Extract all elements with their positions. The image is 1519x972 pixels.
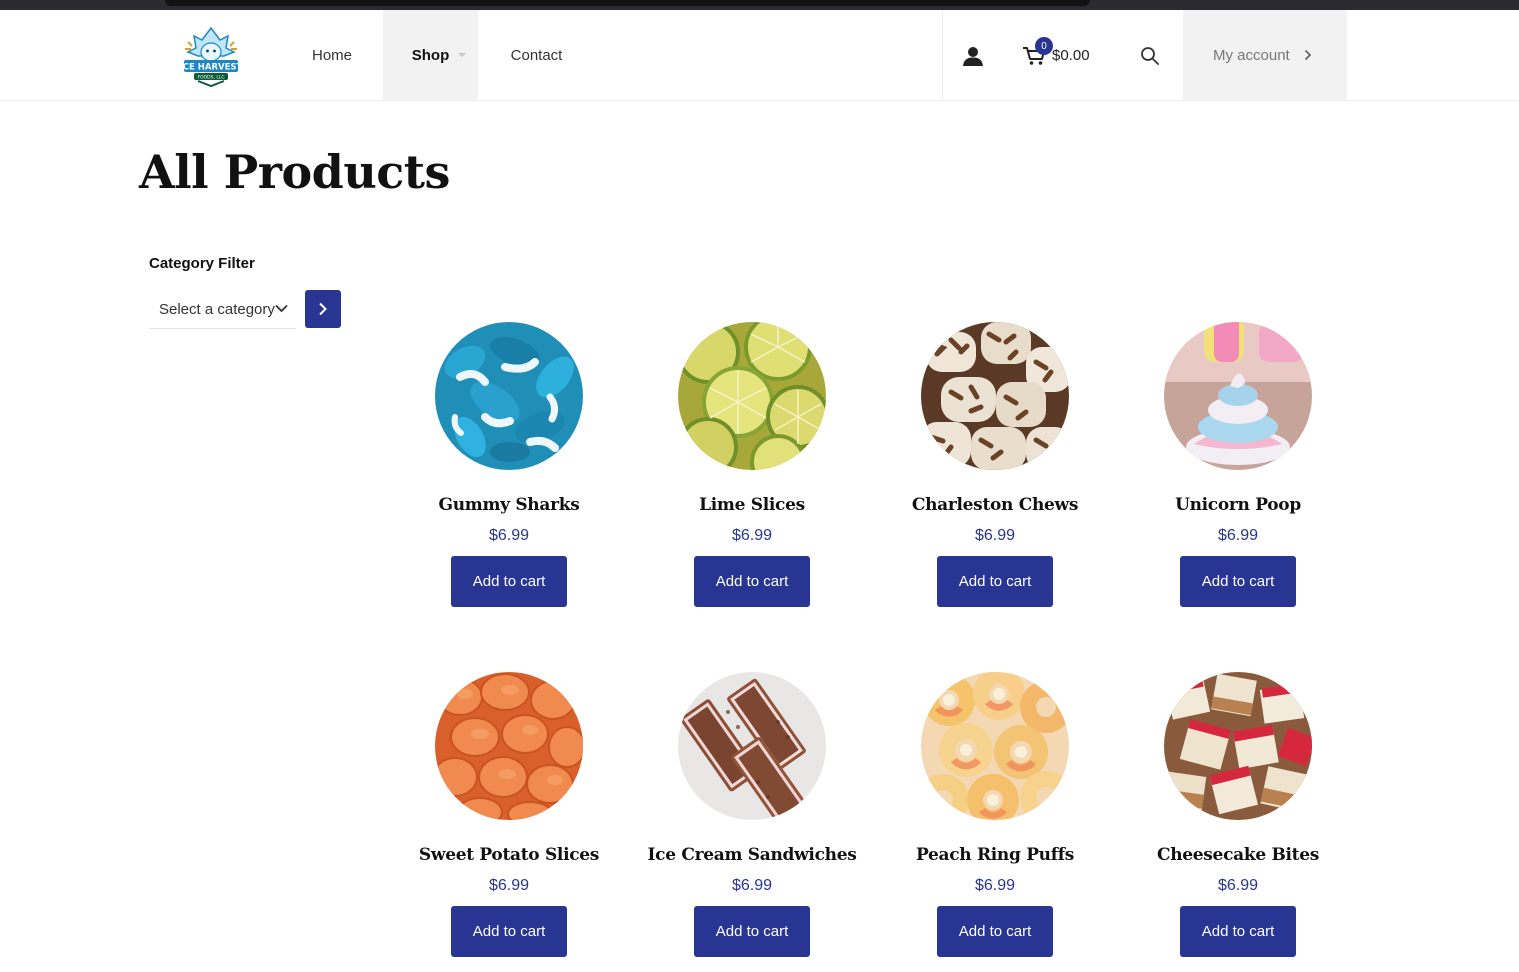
- my-account-label: My account: [1213, 46, 1290, 64]
- product-card: Unicorn Poop $6.99 Add to cart: [1118, 322, 1358, 622]
- chevron-right-icon: [1304, 49, 1312, 61]
- chevron-down-icon: [275, 304, 288, 313]
- add-to-cart-button[interactable]: Add to cart: [937, 556, 1053, 607]
- product-price: $6.99: [731, 877, 773, 894]
- nav-shop-label: Shop: [411, 46, 450, 64]
- cart-count-badge: 0: [1035, 37, 1053, 55]
- add-to-cart-button[interactable]: Add to cart: [937, 906, 1053, 957]
- nav-home-label: Home: [311, 46, 352, 64]
- product-card: Gummy Sharks $6.99 Add to cart: [389, 322, 629, 622]
- product-card: Lime Slices $6.99 Add to cart: [632, 322, 872, 622]
- add-to-cart-button[interactable]: Add to cart: [451, 556, 567, 607]
- add-to-cart-button[interactable]: Add to cart: [694, 906, 810, 957]
- product-price: $6.99: [488, 877, 530, 894]
- product-image-unicorn-poop[interactable]: [1164, 322, 1312, 470]
- svg-text:ICE HARVEST: ICE HARVEST: [180, 63, 242, 73]
- nav-contact[interactable]: Contact: [494, 10, 579, 100]
- product-name[interactable]: Sweet Potato Slices: [389, 845, 629, 865]
- product-name[interactable]: Lime Slices: [632, 495, 872, 515]
- cart-total: $0.00: [1052, 47, 1090, 64]
- ice-harvest-logo-icon: ICE HARVEST FOODS, LLC: [180, 26, 243, 88]
- product-name[interactable]: Ice Cream Sandwiches: [632, 845, 872, 865]
- product-price: $6.99: [974, 877, 1016, 894]
- product-price: $6.99: [488, 527, 530, 544]
- filter-submit-button[interactable]: [305, 290, 341, 328]
- product-name[interactable]: Charleston Chews: [875, 495, 1115, 515]
- top-bar-inner: [165, 0, 1090, 6]
- add-to-cart-button[interactable]: Add to cart: [1180, 556, 1296, 607]
- page-title: All Products: [139, 145, 450, 199]
- product-image-cheesecake-bites[interactable]: [1164, 672, 1312, 820]
- add-to-cart-button[interactable]: Add to cart: [451, 906, 567, 957]
- site-header: ICE HARVEST FOODS, LLC Home Shop Contact…: [0, 10, 1519, 101]
- product-price: $6.99: [731, 527, 773, 544]
- product-image-gummy-sharks[interactable]: [435, 322, 583, 470]
- category-filter-title: Category Filter: [149, 255, 255, 272]
- product-price: $6.99: [974, 527, 1016, 544]
- product-image-peach-ring-puffs[interactable]: [921, 672, 1069, 820]
- search-icon[interactable]: [1140, 46, 1160, 66]
- product-card: Cheesecake Bites $6.99 Add to cart: [1118, 672, 1358, 972]
- product-name[interactable]: Cheesecake Bites: [1118, 845, 1358, 865]
- product-price: $6.99: [1217, 527, 1259, 544]
- header-divider: [942, 10, 943, 100]
- product-name[interactable]: Gummy Sharks: [389, 495, 629, 515]
- add-to-cart-button[interactable]: Add to cart: [694, 556, 810, 607]
- chevron-right-icon: [319, 302, 327, 316]
- product-image-lime-slices[interactable]: [678, 322, 826, 470]
- product-image-ice-cream-sandwiches[interactable]: [678, 672, 826, 820]
- site-logo[interactable]: ICE HARVEST FOODS, LLC: [180, 26, 243, 88]
- product-card: Charleston Chews $6.99 Add to cart: [875, 322, 1115, 622]
- product-image-charleston-chews[interactable]: [921, 322, 1069, 470]
- category-select-value: Select a category: [159, 301, 275, 318]
- add-to-cart-button[interactable]: Add to cart: [1180, 906, 1296, 957]
- product-card: Peach Ring Puffs $6.99 Add to cart: [875, 672, 1115, 972]
- browser-top-bar: [0, 0, 1519, 10]
- product-name[interactable]: Peach Ring Puffs: [875, 845, 1115, 865]
- nav-contact-label: Contact: [510, 46, 563, 64]
- cart-link[interactable]: 0 $0.00: [1022, 37, 1102, 70]
- chevron-down-icon: [458, 53, 466, 57]
- nav-home[interactable]: Home: [292, 10, 372, 100]
- my-account-link[interactable]: My account: [1183, 10, 1347, 100]
- product-image-sweet-potato-slices[interactable]: [435, 672, 583, 820]
- product-name[interactable]: Unicorn Poop: [1118, 495, 1358, 515]
- category-select[interactable]: Select a category: [149, 292, 296, 329]
- svg-text:FOODS, LLC: FOODS, LLC: [197, 75, 224, 81]
- product-price: $6.99: [1217, 877, 1259, 894]
- nav-shop[interactable]: Shop: [383, 10, 478, 100]
- product-card: Sweet Potato Slices $6.99 Add to cart: [389, 672, 629, 972]
- product-card: Ice Cream Sandwiches $6.99 Add to cart: [632, 672, 872, 972]
- user-icon[interactable]: [962, 46, 984, 66]
